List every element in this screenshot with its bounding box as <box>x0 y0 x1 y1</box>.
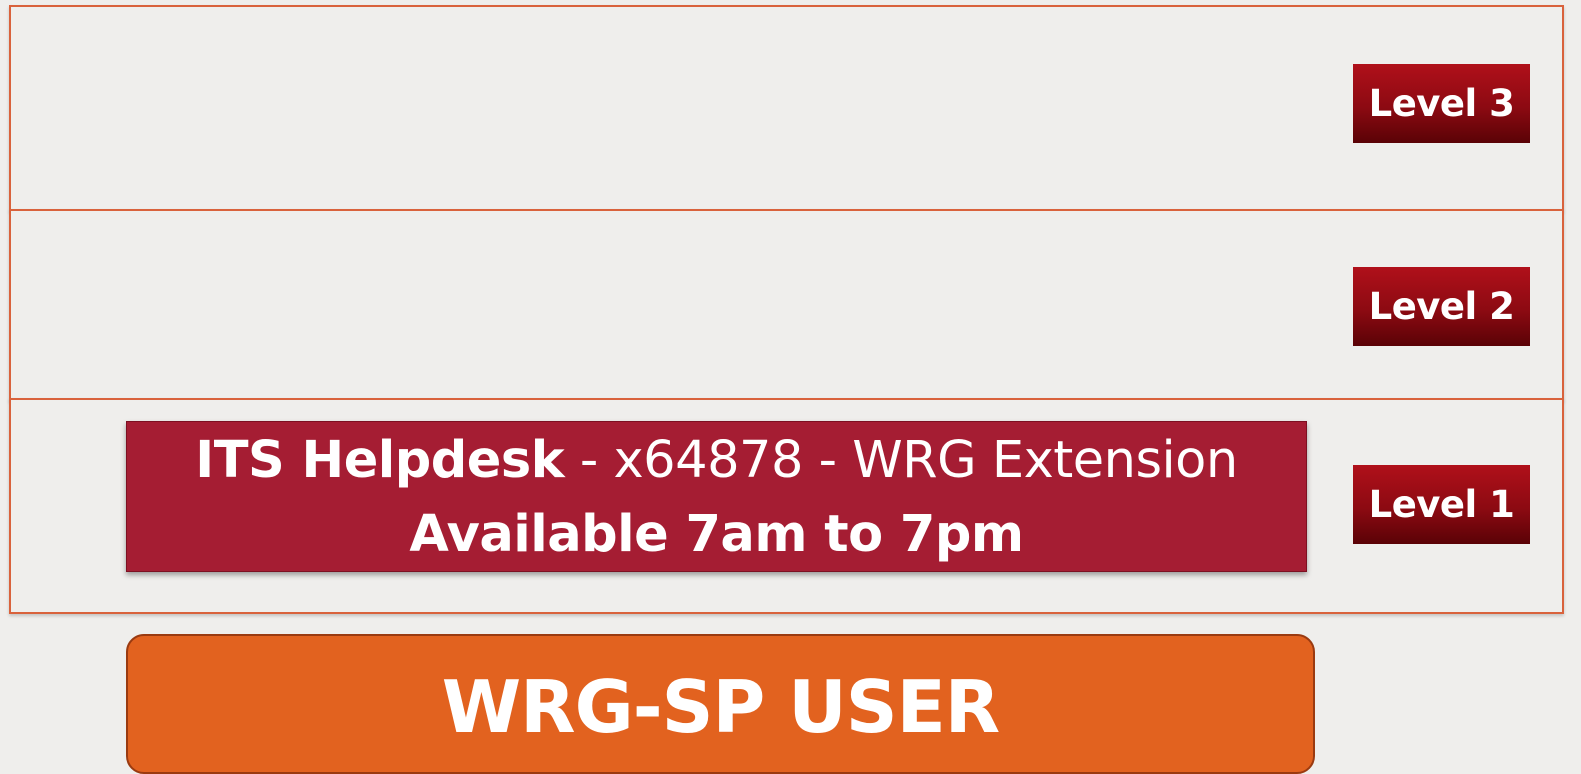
helpdesk-name: ITS Helpdesk <box>195 431 565 490</box>
helpdesk-separator-1: - <box>564 431 614 490</box>
helpdesk-availability: Available 7am to 7pm <box>409 505 1024 564</box>
user-label: WRG-SP USER <box>441 665 1000 749</box>
level-3-badge: Level 3 <box>1353 64 1530 143</box>
helpdesk-extension: x64878 <box>613 431 804 490</box>
helpdesk-contact-line: ITS Helpdesk - x64878 - WRG Extension <box>127 430 1306 492</box>
level-2-badge: Level 2 <box>1353 267 1530 346</box>
user-box: WRG-SP USER <box>126 634 1315 774</box>
tier-level-2 <box>9 209 1564 401</box>
level-1-badge: Level 1 <box>1353 465 1530 544</box>
helpdesk-box: ITS Helpdesk - x64878 - WRG Extension Av… <box>126 421 1307 572</box>
helpdesk-separator-2: - <box>802 431 853 490</box>
helpdesk-extension-label: WRG Extension <box>852 431 1238 490</box>
tier-level-3 <box>9 5 1564 211</box>
